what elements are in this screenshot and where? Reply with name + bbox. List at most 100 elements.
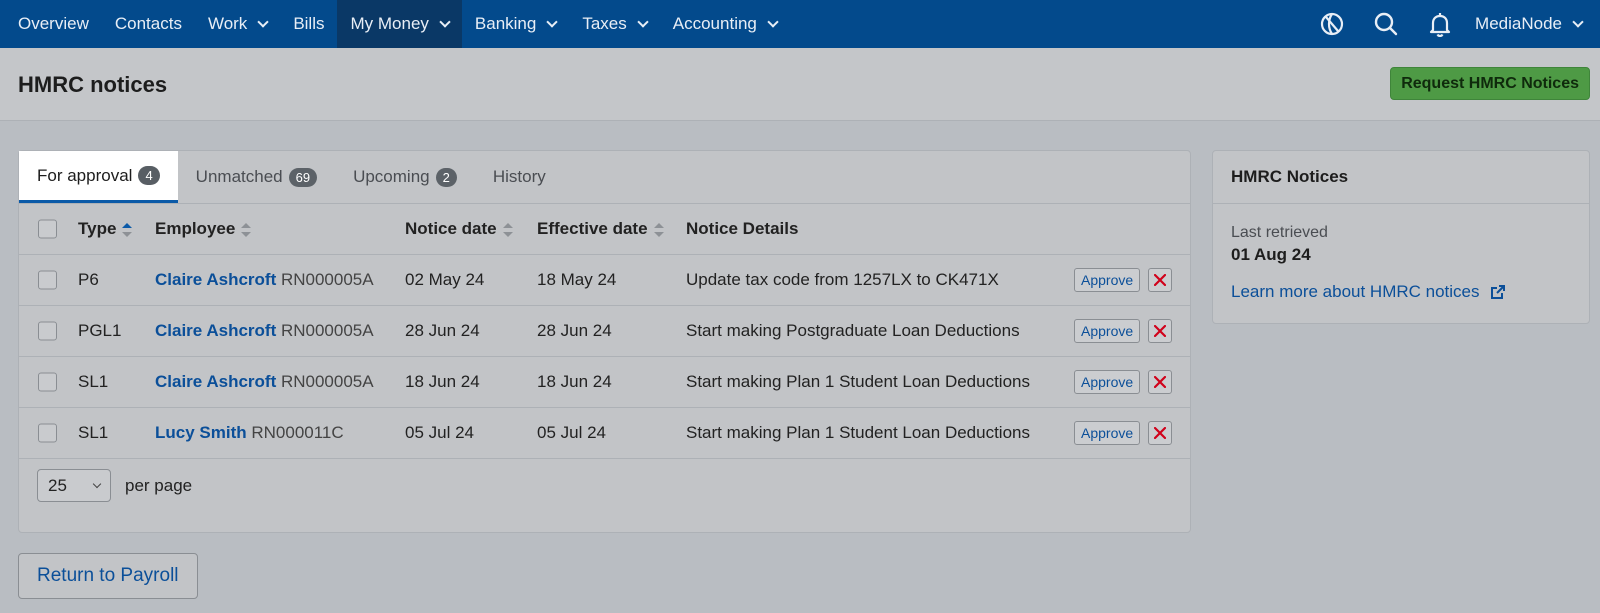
nav-item-work[interactable]: Work: [195, 0, 280, 48]
employee-link[interactable]: Lucy Smith: [155, 423, 247, 442]
row-checkbox[interactable]: [38, 423, 57, 443]
cell-details: Start making Postgraduate Loan Deduction…: [686, 321, 1020, 340]
table-row: SL1 Claire Ashcroft RN000005A 18 Jun 24 …: [19, 357, 1190, 408]
user-menu[interactable]: MediaNode: [1467, 14, 1590, 34]
per-page-value: 25: [48, 475, 67, 495]
cell-effective-date: 18 Jun 24: [537, 372, 612, 391]
row-checkbox[interactable]: [38, 270, 57, 290]
hmrc-info-card: HMRC Notices Last retrieved 01 Aug 24 Le…: [1212, 150, 1590, 324]
cell-employee: Claire Ashcroft RN000005A: [155, 321, 374, 341]
side-card-body: Last retrieved 01 Aug 24 Learn more abou…: [1213, 204, 1589, 322]
cell-notice-date: 28 Jun 24: [405, 321, 480, 340]
approve-button[interactable]: Approve: [1074, 421, 1141, 445]
bell-icon[interactable]: [1413, 0, 1467, 48]
cell-type: PGL1: [78, 321, 122, 340]
cell-employee: Claire Ashcroft RN000005A: [155, 372, 374, 392]
return-to-payroll-button[interactable]: Return to Payroll: [18, 553, 198, 599]
reject-button[interactable]: [1148, 421, 1172, 445]
close-icon: [1154, 274, 1166, 286]
request-hmrc-notices-button[interactable]: Request HMRC Notices: [1390, 67, 1590, 100]
tab-upcoming[interactable]: Upcoming 2: [335, 151, 475, 203]
chevron-down-icon: [637, 15, 649, 28]
cell-type: P6: [78, 270, 99, 289]
external-link-icon: [1490, 285, 1505, 299]
cell-details: Update tax code from 1257LX to CK471X: [686, 270, 999, 289]
close-icon: [1154, 325, 1166, 337]
cell-type: SL1: [78, 423, 109, 442]
nav-item-bills[interactable]: Bills: [280, 0, 337, 48]
cell-details: Start making Plan 1 Student Loan Deducti…: [686, 372, 1030, 391]
last-retrieved-label: Last retrieved: [1231, 224, 1328, 241]
learn-more-link[interactable]: Learn more about HMRC notices: [1231, 282, 1571, 302]
nav-item-label: Overview: [18, 14, 89, 33]
tab-label: Upcoming: [353, 167, 430, 186]
sort-ascending-icon: [122, 222, 133, 237]
chevron-down-icon: [546, 15, 559, 28]
cell-effective-date: 05 Jul 24: [537, 423, 606, 442]
count-badge: 4: [138, 166, 160, 185]
table-header-row: Type Employee Notice date Effective date…: [19, 204, 1190, 255]
sync-icon[interactable]: [1305, 0, 1359, 48]
nav-item-overview[interactable]: Overview: [0, 0, 102, 48]
nav-item-label: My Money: [350, 14, 429, 33]
chevron-down-icon: [439, 15, 451, 28]
cell-notice-date: 02 May 24: [405, 270, 485, 289]
approve-button[interactable]: Approve: [1074, 319, 1141, 343]
per-page-label: per page: [125, 475, 193, 495]
column-header-effective-date[interactable]: Effective date: [537, 219, 664, 239]
close-icon: [1154, 427, 1166, 439]
reject-button[interactable]: [1148, 268, 1172, 292]
nav-item-contacts[interactable]: Contacts: [102, 0, 195, 48]
close-icon: [1154, 376, 1166, 388]
row-checkbox[interactable]: [38, 321, 57, 341]
employee-link[interactable]: Claire Ashcroft: [155, 321, 276, 340]
sort-icon: [653, 222, 664, 237]
table-row: P6 Claire Ashcroft RN000005A 02 May 24 1…: [19, 255, 1190, 306]
nav-item-label: Contacts: [114, 14, 182, 33]
tab-label: History: [492, 167, 546, 186]
chevron-down-icon: [92, 479, 102, 489]
tabs: For approval 4 Unmatched 69 Upcoming 2 H…: [19, 151, 1190, 204]
cell-employee: Lucy Smith RN000011C: [155, 423, 344, 443]
column-header-employee[interactable]: Employee: [155, 219, 252, 239]
nav-item-taxes[interactable]: Taxes: [569, 0, 659, 48]
table-row: PGL1 Claire Ashcroft RN000005A 28 Jun 24…: [19, 306, 1190, 357]
column-header-type[interactable]: Type: [78, 219, 133, 239]
employee-ni: RN000005A: [280, 270, 374, 289]
employee-ni: RN000005A: [280, 321, 374, 340]
row-checkbox[interactable]: [38, 372, 57, 392]
reject-button[interactable]: [1148, 370, 1172, 394]
chevron-down-icon: [257, 15, 269, 28]
approve-button[interactable]: Approve: [1074, 268, 1141, 292]
sort-icon: [241, 222, 252, 237]
chevron-down-icon: [767, 15, 779, 28]
nav-item-label: Work: [207, 14, 248, 33]
page-title: HMRC notices: [18, 72, 168, 97]
tab-unmatched[interactable]: Unmatched 69: [178, 151, 335, 203]
column-header-label: Employee: [155, 219, 236, 238]
tab-for-approval[interactable]: For approval 4: [19, 151, 178, 203]
tab-label: Unmatched: [195, 167, 283, 186]
employee-link[interactable]: Claire Ashcroft: [155, 270, 276, 289]
column-header-label: Effective date: [537, 219, 648, 238]
approve-button[interactable]: Approve: [1074, 370, 1141, 394]
nav-item-accounting[interactable]: Accounting: [660, 0, 790, 48]
tab-label: For approval: [37, 165, 133, 185]
sort-icon: [502, 222, 513, 237]
employee-ni: RN000005A: [280, 372, 374, 391]
tab-history[interactable]: History: [475, 151, 564, 203]
nav-item-label: Bills: [293, 14, 325, 33]
nav-item-banking[interactable]: Banking: [462, 0, 569, 48]
column-header-notice-date[interactable]: Notice date: [405, 219, 513, 239]
nav-item-my-money[interactable]: My Money: [337, 0, 462, 48]
column-header-notice-details: Notice Details: [686, 219, 799, 238]
cell-effective-date: 28 Jun 24: [537, 321, 612, 340]
reject-button[interactable]: [1148, 319, 1172, 343]
per-page-select[interactable]: 25: [37, 469, 111, 502]
search-icon[interactable]: [1359, 0, 1413, 48]
select-all-checkbox[interactable]: [38, 219, 57, 239]
nav-item-label: Banking: [474, 14, 537, 33]
count-badge: 2: [435, 167, 457, 187]
employee-link[interactable]: Claire Ashcroft: [155, 372, 276, 391]
table-row: SL1 Lucy Smith RN000011C 05 Jul 24 05 Ju…: [19, 408, 1190, 459]
